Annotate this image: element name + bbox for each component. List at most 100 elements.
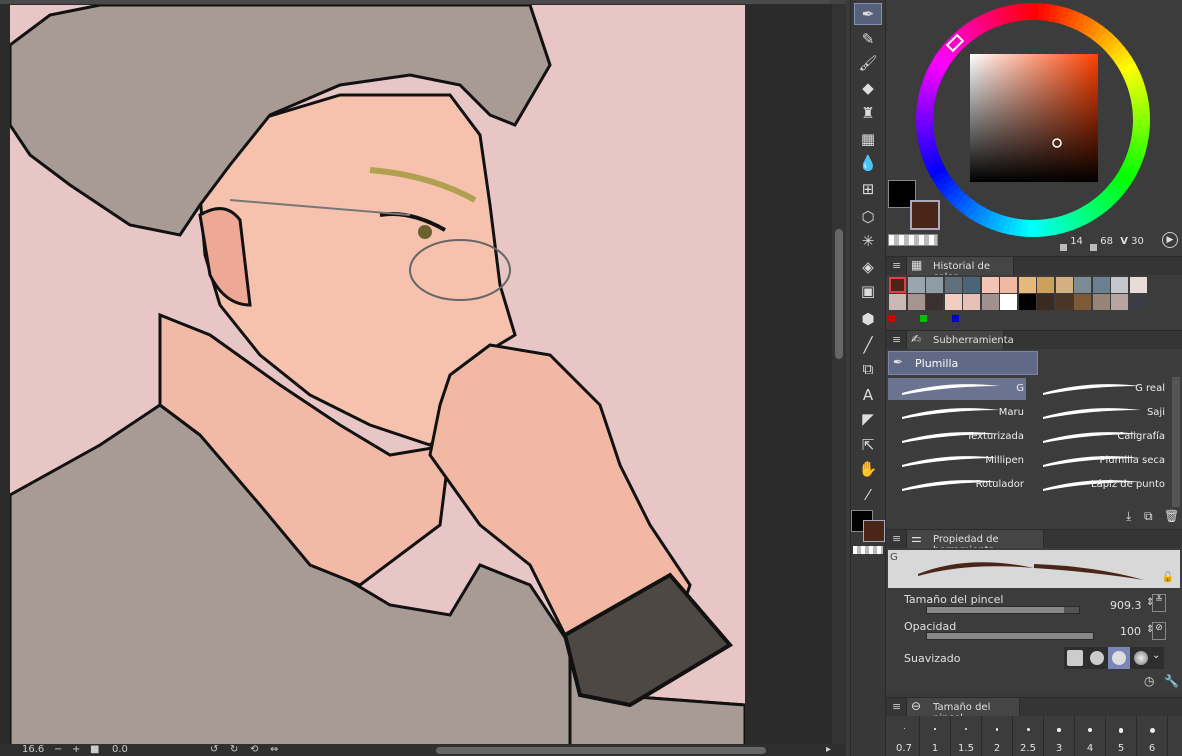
- airbrush-icon[interactable]: ▦: [854, 128, 882, 150]
- brush-size-option[interactable]: 0.7: [889, 716, 920, 756]
- color-swatch[interactable]: [1055, 294, 1073, 310]
- brush-size-option[interactable]: 1.5: [951, 716, 982, 756]
- color-swatch[interactable]: [1000, 294, 1017, 310]
- magic-wand-icon[interactable]: ✳: [854, 230, 882, 252]
- scroll-right-icon[interactable]: ▸: [826, 744, 831, 756]
- brush-size-option[interactable]: 5: [1106, 716, 1137, 756]
- transparent-chip[interactable]: [888, 234, 938, 246]
- brush-size-option[interactable]: 3: [1044, 716, 1075, 756]
- opacity-slider[interactable]: [926, 632, 1094, 640]
- import-icon[interactable]: ⤓: [1126, 509, 1131, 524]
- brush-item[interactable]: G: [888, 378, 1026, 400]
- delete-icon[interactable]: 🗑: [1164, 509, 1179, 523]
- zoom-out-icon[interactable]: −: [54, 744, 62, 756]
- color-swatch[interactable]: [1092, 277, 1110, 293]
- menu-icon[interactable]: ≡: [892, 700, 901, 713]
- color-swatch[interactable]: [1000, 277, 1017, 293]
- line-icon[interactable]: ╱: [854, 334, 882, 356]
- color-swatch[interactable]: [907, 294, 925, 310]
- brush-item[interactable]: Rotulador: [888, 474, 1026, 496]
- tool-property-tab[interactable]: ⚌ Propiedad de herramienta: [906, 529, 1044, 556]
- ruler-icon[interactable]: ⇱: [854, 434, 882, 456]
- play-icon[interactable]: ▶: [1162, 232, 1178, 248]
- stabilization-mid-icon[interactable]: [1108, 647, 1130, 669]
- color-swatch[interactable]: [1074, 294, 1091, 310]
- text-icon[interactable]: A: [854, 384, 882, 406]
- color-swatch[interactable]: [944, 277, 962, 293]
- color-swatch[interactable]: [1092, 294, 1110, 310]
- color-swatch[interactable]: [981, 294, 999, 310]
- color-swatch[interactable]: [889, 277, 906, 293]
- decoration-icon[interactable]: ♜: [854, 102, 882, 124]
- brush-size-value[interactable]: 909.3: [1110, 599, 1142, 612]
- color-swatch[interactable]: [907, 277, 925, 293]
- wrench-icon[interactable]: 🔧: [1164, 674, 1179, 688]
- gradient-icon[interactable]: ▣: [854, 280, 882, 302]
- pen-icon[interactable]: ✒: [854, 3, 882, 25]
- brush-item[interactable]: G real: [1029, 378, 1167, 400]
- settings-icon[interactable]: ◷: [1144, 674, 1154, 688]
- hand-icon[interactable]: ✋: [854, 458, 882, 480]
- brush-size-slider[interactable]: [926, 606, 1080, 614]
- opacity-value[interactable]: 100: [1120, 625, 1141, 638]
- balloon-icon[interactable]: ◤: [854, 408, 882, 430]
- canvas-area[interactable]: 16.6 − + ■ 0.0 ↺ ↻ ⟲ ⇔ ▸: [0, 0, 846, 756]
- color-swatch[interactable]: [889, 294, 906, 310]
- pressure-icon[interactable]: ≚: [1152, 594, 1166, 612]
- stabilization-none-icon[interactable]: [1067, 650, 1083, 666]
- brush-size-option[interactable]: 2: [982, 716, 1013, 756]
- opacity-link-icon[interactable]: ⊘: [1152, 622, 1166, 640]
- menu-icon[interactable]: ≡: [892, 532, 901, 545]
- zoom-in-icon[interactable]: +: [72, 744, 80, 756]
- figure-icon[interactable]: ⊞: [854, 178, 882, 200]
- scrollbar-thumb[interactable]: [835, 229, 843, 359]
- pencil-icon[interactable]: ✎: [854, 28, 882, 50]
- brush-item[interactable]: Lápiz de punto: [1029, 474, 1167, 496]
- lasso-icon[interactable]: ⬡: [854, 206, 882, 228]
- rotate-right-icon[interactable]: ↻: [230, 744, 238, 756]
- stabilization-high-icon[interactable]: [1134, 651, 1148, 665]
- brush-size-option[interactable]: 4: [1075, 716, 1106, 756]
- brush-item[interactable]: Caligrafía: [1029, 426, 1167, 448]
- blend-icon[interactable]: 💧: [854, 152, 882, 174]
- color-swatch[interactable]: [926, 277, 943, 293]
- reset-rotation-icon[interactable]: ⟲: [250, 744, 258, 756]
- sub-color-swatch[interactable]: [863, 520, 885, 542]
- vertical-scrollbar[interactable]: [832, 4, 846, 744]
- brush-item[interactable]: Millipen: [888, 450, 1026, 472]
- brush-size-option[interactable]: 1: [920, 716, 951, 756]
- eyedropper-icon[interactable]: ⁄: [854, 484, 882, 506]
- stabilization-low-icon[interactable]: [1090, 651, 1104, 665]
- 3d-object-icon[interactable]: ⬢: [854, 308, 882, 330]
- color-swatch[interactable]: [1074, 277, 1091, 293]
- brush-icon[interactable]: 🖌: [854, 52, 882, 74]
- rotate-left-icon[interactable]: ↺: [210, 744, 218, 756]
- color-swatch[interactable]: [963, 294, 980, 310]
- color-swatch[interactable]: [926, 294, 943, 310]
- brush-item[interactable]: Plumilla seca: [1029, 450, 1167, 472]
- subtool-tab[interactable]: ✍ Subherramienta: [906, 330, 1014, 349]
- chevron-down-icon[interactable]: ⌄: [1152, 650, 1160, 661]
- color-swatch[interactable]: [981, 277, 999, 293]
- frame-icon[interactable]: ⧉: [854, 358, 882, 380]
- fill-icon[interactable]: ◈: [854, 256, 882, 278]
- color-swatch[interactable]: [1055, 277, 1073, 293]
- color-swatch[interactable]: [1037, 294, 1054, 310]
- color-swatch[interactable]: [963, 277, 980, 293]
- color-history-tab[interactable]: ▦ Historial de color: [906, 256, 1014, 283]
- brush-item[interactable]: Maru: [888, 402, 1026, 424]
- color-swatch[interactable]: [1111, 294, 1128, 310]
- color-swatch[interactable]: [1111, 277, 1128, 293]
- brush-size-tab[interactable]: ⊖ Tamaño del pincel: [906, 697, 1020, 724]
- lock-icon[interactable]: 🔓: [1162, 572, 1174, 583]
- brush-list-scrollbar[interactable]: [1172, 377, 1180, 507]
- eraser-icon[interactable]: ◆: [854, 77, 882, 99]
- flip-icon[interactable]: ⇔: [270, 744, 278, 756]
- color-swatch[interactable]: [1037, 277, 1054, 293]
- color-wheel[interactable]: [916, 3, 1150, 237]
- color-swatch[interactable]: [1129, 277, 1147, 293]
- horizontal-scrollbar-thumb[interactable]: [436, 747, 766, 754]
- brush-size-option[interactable]: 6: [1137, 716, 1168, 756]
- brush-item[interactable]: Saji: [1029, 402, 1167, 424]
- artwork-canvas[interactable]: [10, 5, 745, 749]
